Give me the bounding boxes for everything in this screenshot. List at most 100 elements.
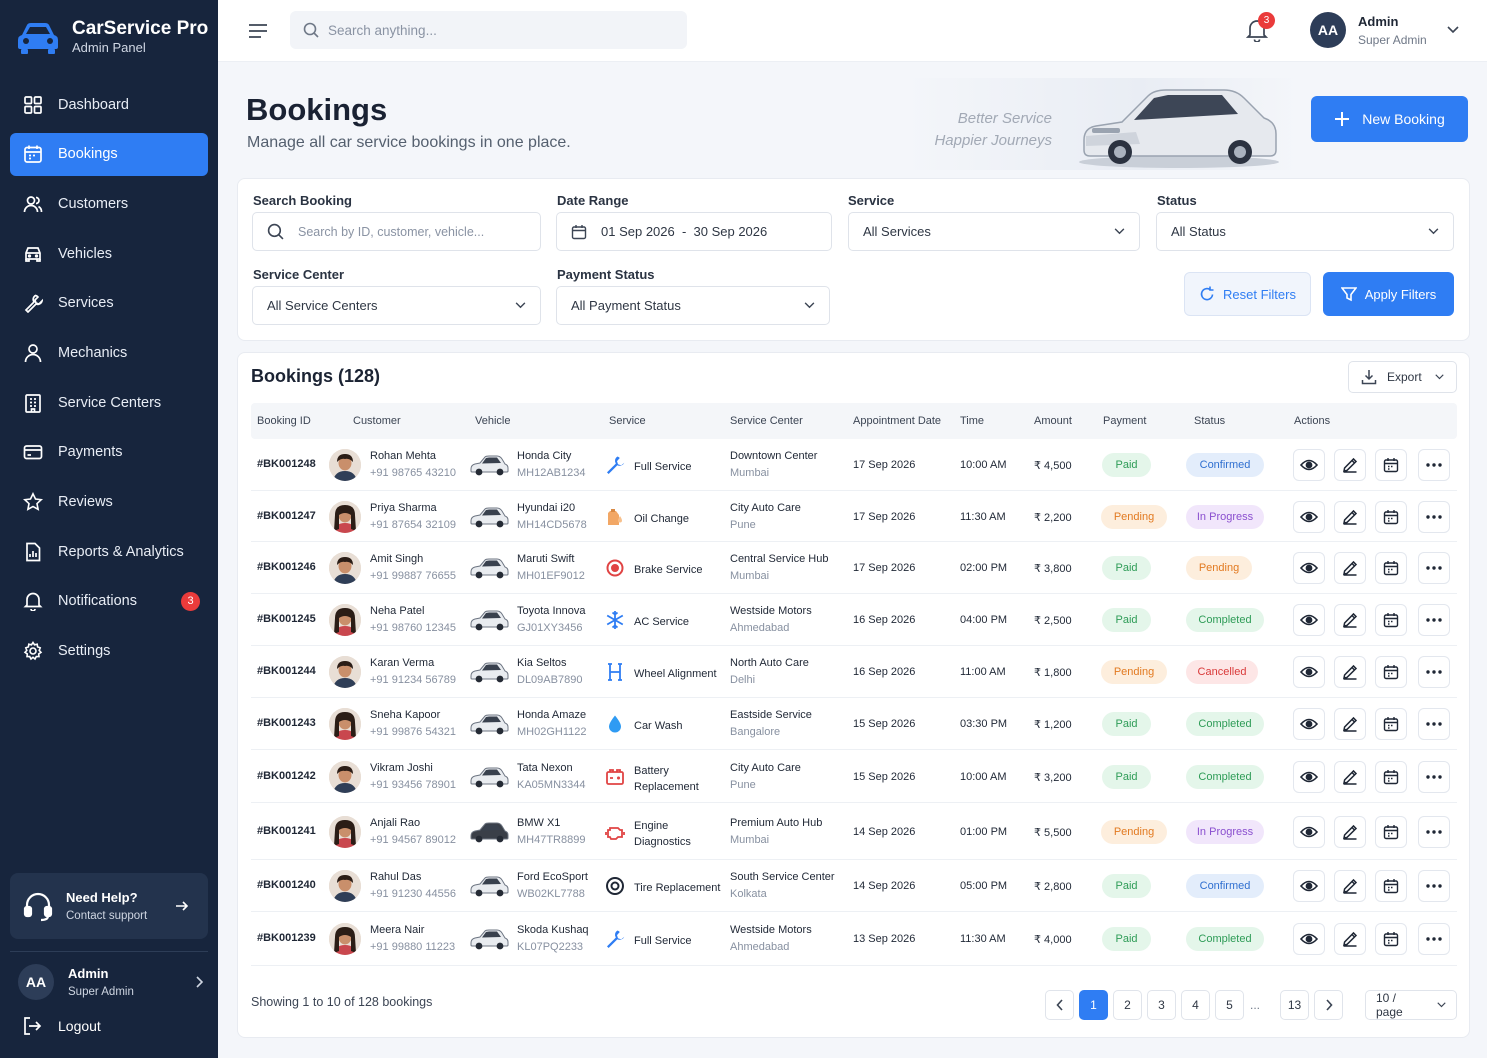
vehicle-cell: Hyundai i20 MH14CD5678: [517, 502, 587, 531]
arrow-right-icon[interactable]: [174, 898, 190, 914]
reschedule-button[interactable]: [1375, 656, 1407, 688]
global-search[interactable]: Search anything...: [290, 11, 687, 49]
more-button[interactable]: [1418, 760, 1450, 793]
more-button[interactable]: [1418, 604, 1450, 636]
status-badge: Pending: [1186, 556, 1252, 580]
view-button[interactable]: [1293, 656, 1325, 688]
service-center-cell: Westside Motors Ahmedabad: [730, 605, 812, 634]
more-button[interactable]: [1418, 656, 1450, 688]
new-booking-button[interactable]: New Booking: [1311, 96, 1468, 142]
logout-button[interactable]: Logout: [22, 1016, 101, 1036]
pagination-page-5[interactable]: 5: [1215, 990, 1244, 1020]
pagination-page-1[interactable]: 1: [1079, 990, 1108, 1020]
sidebar-item-notifications[interactable]: Notifications 3: [10, 580, 208, 623]
edit-button[interactable]: [1334, 870, 1366, 902]
service-select[interactable]: All Services: [848, 212, 1140, 251]
view-button[interactable]: [1293, 604, 1325, 636]
more-button[interactable]: [1418, 815, 1450, 848]
pagination-prev-button[interactable]: [1045, 990, 1074, 1020]
pagination-next-button[interactable]: [1314, 990, 1343, 1020]
edit-button[interactable]: [1334, 708, 1366, 740]
more-button[interactable]: [1418, 500, 1450, 533]
app-logo[interactable]: CarService Pro Admin Panel: [16, 18, 208, 56]
reschedule-button[interactable]: [1375, 552, 1407, 584]
reschedule-button[interactable]: [1375, 815, 1407, 848]
view-button[interactable]: [1293, 923, 1325, 955]
more-button[interactable]: [1418, 552, 1450, 584]
sidebar-item-dashboard[interactable]: Dashboard: [10, 83, 208, 126]
sidebar-item-services[interactable]: Services: [10, 282, 208, 325]
chevron-down-icon: [1437, 1002, 1446, 1008]
reschedule-button[interactable]: [1375, 708, 1407, 740]
page-size-select[interactable]: 10 / page: [1365, 990, 1457, 1020]
view-button[interactable]: [1293, 760, 1325, 793]
sidebar-item-reviews[interactable]: Reviews: [10, 481, 208, 524]
sidebar-user[interactable]: AA Admin Super Admin: [18, 964, 204, 1000]
edit-button[interactable]: [1334, 500, 1366, 533]
payment-status-select[interactable]: All Payment Status: [556, 286, 830, 325]
bookings-title: Bookings (128): [251, 366, 381, 386]
sidebar-item-bookings[interactable]: Bookings: [10, 132, 208, 176]
view-button[interactable]: [1293, 815, 1325, 848]
booking-search-input[interactable]: Search by ID, customer, vehicle...: [252, 212, 541, 251]
sidebar-item-service-centers[interactable]: Service Centers: [10, 381, 208, 424]
sidebar-item-reports-and-analytics[interactable]: Reports & Analytics: [10, 530, 208, 573]
view-button[interactable]: [1293, 500, 1325, 533]
sidebar-item-customers[interactable]: Customers: [10, 182, 208, 225]
appointment-time: 10:00 AM: [960, 770, 1007, 783]
menu-icon[interactable]: [248, 23, 268, 39]
more-button[interactable]: [1418, 870, 1450, 902]
more-button[interactable]: [1418, 449, 1450, 481]
status-select[interactable]: All Status: [1156, 212, 1454, 251]
chevron-right-icon[interactable]: [194, 975, 204, 989]
service-center-select[interactable]: All Service Centers: [252, 286, 541, 325]
edit-button[interactable]: [1334, 449, 1366, 481]
pagination-page-4[interactable]: 4: [1181, 990, 1210, 1020]
edit-button[interactable]: [1334, 552, 1366, 584]
edit-button[interactable]: [1334, 604, 1366, 636]
view-button[interactable]: [1293, 552, 1325, 584]
reschedule-button[interactable]: [1375, 760, 1407, 793]
apply-filters-button[interactable]: Apply Filters: [1323, 272, 1454, 316]
sidebar-item-settings[interactable]: Settings: [10, 630, 208, 673]
sidebar-item-payments[interactable]: Payments: [10, 431, 208, 474]
help-card[interactable]: Need Help? Contact support: [10, 873, 208, 939]
car-icon: [22, 243, 44, 265]
logout-icon: [22, 1016, 42, 1036]
edit-button[interactable]: [1334, 815, 1366, 848]
customer-name: Sneha Kapoor: [370, 709, 441, 721]
edit-button[interactable]: [1334, 760, 1366, 793]
topbar-user-menu[interactable]: AA Admin Super Admin: [1310, 12, 1459, 48]
view-button[interactable]: [1293, 708, 1325, 740]
customer-phone: +91 99876 54321: [370, 726, 456, 738]
reset-filters-button[interactable]: Reset Filters: [1184, 272, 1311, 316]
more-button[interactable]: [1418, 708, 1450, 740]
service-center-city: Mumbai: [730, 467, 770, 479]
reschedule-button[interactable]: [1375, 500, 1407, 533]
reschedule-button[interactable]: [1375, 604, 1407, 636]
date-range-picker[interactable]: 01 Sep 2026 - 30 Sep 2026: [556, 212, 832, 251]
view-button[interactable]: [1293, 870, 1325, 902]
pagination-page-2[interactable]: 2: [1113, 990, 1142, 1020]
calendar-icon: [1383, 509, 1399, 525]
page-size-value: 10 / page: [1376, 991, 1403, 1019]
pagination-page-3[interactable]: 3: [1147, 990, 1176, 1020]
export-button[interactable]: Export: [1348, 361, 1457, 393]
pagination-page-13[interactable]: 13: [1280, 990, 1309, 1020]
view-button[interactable]: [1293, 449, 1325, 481]
calendar-icon: [1383, 878, 1399, 894]
service-name: Tire Replacement: [634, 882, 721, 894]
edit-button[interactable]: [1334, 923, 1366, 955]
reschedule-button[interactable]: [1375, 923, 1407, 955]
edit-button[interactable]: [1334, 656, 1366, 688]
more-button[interactable]: [1418, 923, 1450, 955]
sidebar-item-vehicles[interactable]: Vehicles: [10, 232, 208, 275]
oil-icon: [605, 507, 625, 527]
sidebar-divider: [10, 951, 208, 952]
reschedule-button[interactable]: [1375, 449, 1407, 481]
payment-badge: Paid: [1102, 608, 1151, 632]
payment-badge: Paid: [1102, 764, 1151, 789]
sidebar-item-label: Payments: [58, 444, 123, 461]
sidebar-item-mechanics[interactable]: Mechanics: [10, 331, 208, 374]
reschedule-button[interactable]: [1375, 870, 1407, 902]
